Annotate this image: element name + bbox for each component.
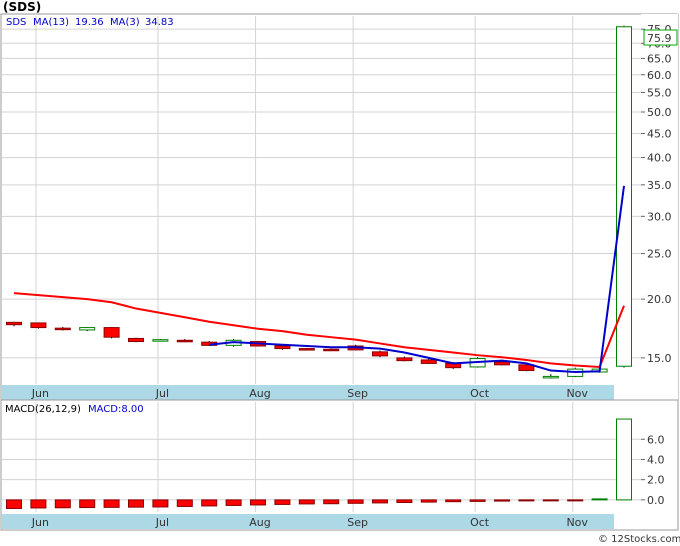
macd-bar-negative <box>79 499 96 509</box>
candle-down <box>372 351 388 357</box>
candle-up <box>79 327 96 331</box>
macd-bar-negative <box>298 499 315 505</box>
price-ytick-label: 65.0 <box>647 52 672 65</box>
price-ytick-label: 40.0 <box>647 152 672 165</box>
macd-xtick-label: Nov <box>566 516 588 529</box>
candle-up <box>542 375 559 379</box>
macd-bar-negative <box>274 499 291 505</box>
macd-bar-negative <box>542 499 559 502</box>
price-ytick-label: 20.0 <box>647 293 672 306</box>
macd-xaxis-band <box>2 514 614 529</box>
candle-down <box>420 359 437 364</box>
price-ytick-label: 25.0 <box>647 248 672 261</box>
price-xaxis-band <box>2 385 614 400</box>
legend-ma3-label: MA(3) <box>110 17 140 28</box>
candle-down <box>298 348 315 351</box>
candle-down <box>323 348 340 352</box>
legend-ma13-value: 19.36 <box>75 17 104 28</box>
macd-bar-positive <box>616 418 632 501</box>
price-ytick-label: 30.0 <box>647 210 672 223</box>
stock-chart: (SDS) 15.0 20.0 25.0 30.0 35.0 40.0 45.0 50.0 55… <box>0 0 680 546</box>
legend-ticker: SDS <box>6 17 26 28</box>
macd-bar-negative <box>567 499 584 502</box>
macd-bar-negative <box>494 499 510 502</box>
macd-bar-negative <box>103 499 120 508</box>
macd-bar-negative <box>250 499 266 506</box>
copyright: © 12Stocks.com <box>598 534 680 545</box>
macd-panel <box>0 399 679 531</box>
macd-ytick-label: 6.0 <box>647 433 665 446</box>
price-xtick-label: Aug <box>249 387 270 400</box>
candle-down <box>103 327 120 338</box>
candle-up <box>616 26 632 367</box>
macd-xtick-label: Sep <box>347 516 368 529</box>
price-xtick-label: Nov <box>566 387 588 400</box>
legend-ma13-label: MA(13) <box>33 17 69 28</box>
macd-bar-negative <box>372 499 388 504</box>
macd-bar-negative <box>201 499 218 507</box>
macd-bar-positive <box>591 498 608 501</box>
candle-down <box>396 357 413 362</box>
candle-down <box>274 345 291 350</box>
price-xtick-label: Jun <box>31 387 49 400</box>
chart-svg: (SDS) 15.0 20.0 25.0 30.0 35.0 40.0 45.0 50.0 55… <box>0 0 680 545</box>
last-price-label: 75.9 <box>647 32 672 45</box>
macd-xtick-label: Oct <box>470 516 490 529</box>
price-xtick-label: Oct <box>470 387 490 400</box>
price-xtick-label: Sep <box>347 387 368 400</box>
legend-macd-label: MACD(26,12,9) <box>5 404 81 415</box>
macd-bar-negative <box>420 499 437 503</box>
price-ytick-label: 55.0 <box>647 87 672 100</box>
price-ytick-label: 35.0 <box>647 179 672 192</box>
macd-bar-negative <box>323 499 340 505</box>
candle-up <box>152 339 169 342</box>
macd-bar-negative <box>396 499 413 504</box>
price-ytick-label: 15.0 <box>647 352 672 365</box>
macd-ytick-label: 0.0 <box>647 494 665 507</box>
macd-bar-negative <box>518 499 535 502</box>
chart-title: (SDS) <box>3 0 41 14</box>
macd-bar-negative <box>6 499 22 509</box>
candle-down <box>54 327 71 331</box>
macd-xtick-label: Jun <box>31 516 49 529</box>
price-ytick-label: 60.0 <box>647 69 672 82</box>
macd-ytick-label: 4.0 <box>647 453 665 466</box>
candle-down <box>6 321 22 326</box>
candle-down <box>30 322 47 329</box>
price-xtick-label: Jul <box>155 387 169 400</box>
legend-macd-value: MACD:8.00 <box>88 404 144 415</box>
candle-down <box>176 339 193 343</box>
price-ytick-label: 50.0 <box>647 106 672 119</box>
macd-bar-negative <box>445 499 462 503</box>
macd-bar-negative <box>54 499 71 509</box>
price-panel <box>0 13 679 401</box>
candle-down <box>494 361 510 366</box>
candle-down <box>128 337 144 343</box>
macd-bar-negative <box>469 499 486 502</box>
price-ytick-label: 45.0 <box>647 128 672 141</box>
macd-bar-negative <box>225 499 242 506</box>
legend-ma3-value: 34.83 <box>145 17 174 28</box>
macd-legend: MACD(26,12,9) MACD:8.00 <box>5 404 144 415</box>
macd-bar-negative <box>30 499 47 509</box>
macd-ytick-label: 2.0 <box>647 474 665 487</box>
macd-xtick-label: Jul <box>155 516 169 529</box>
macd-bar-negative <box>347 499 364 504</box>
macd-bar-negative <box>152 499 169 508</box>
macd-xtick-label: Aug <box>249 516 270 529</box>
macd-bar-negative <box>128 499 144 508</box>
macd-bar-negative <box>176 499 193 507</box>
